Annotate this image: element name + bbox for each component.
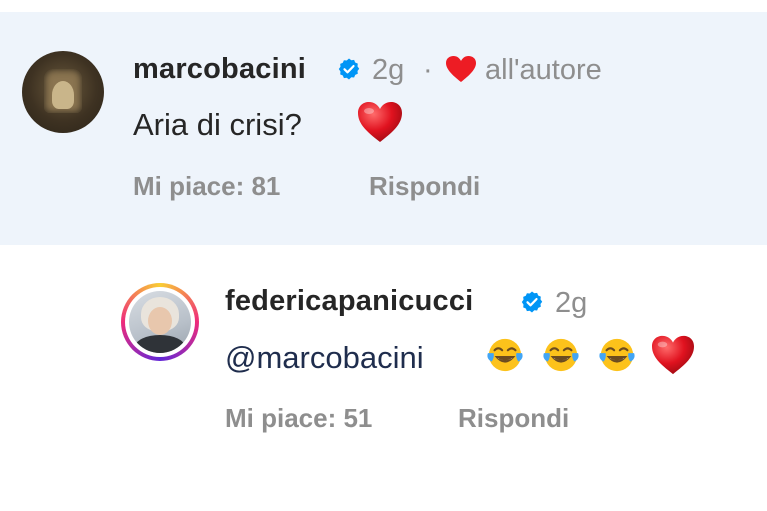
avatar-federicapanicucci[interactable] bbox=[129, 291, 191, 353]
comments-screen: marcobacini 2g · all'autore Aria di cris… bbox=[0, 0, 767, 511]
reply-likes-count[interactable]: Mi piace: 51 bbox=[225, 403, 372, 434]
avatar-image-detail bbox=[135, 335, 185, 353]
reply-mention-link[interactable]: @marcobacini bbox=[225, 340, 424, 376]
top-spacer bbox=[0, 0, 767, 12]
reply-time: 2g bbox=[555, 287, 588, 319]
comment-text: Aria di crisi? bbox=[133, 107, 302, 142]
reply-reply-button[interactable]: Rispondi bbox=[458, 403, 569, 434]
face-with-tears-of-joy-icon bbox=[599, 338, 635, 372]
meta-separator: · bbox=[423, 54, 433, 86]
comment-time: 2g bbox=[372, 54, 405, 86]
avatar-image-detail bbox=[148, 307, 172, 335]
reply-button[interactable]: Rispondi bbox=[369, 171, 480, 202]
likes-count[interactable]: Mi piace: 81 bbox=[133, 171, 280, 202]
face-with-tears-of-joy-icon bbox=[487, 338, 523, 372]
liked-by-author-label: all'autore bbox=[485, 54, 602, 86]
author-liked-heart-icon bbox=[446, 56, 476, 82]
avatar-marcobacini[interactable] bbox=[22, 51, 104, 133]
reply-username[interactable]: federicapanicucci bbox=[225, 285, 473, 318]
red-heart-emoji-icon bbox=[358, 102, 402, 142]
avatar-image-detail bbox=[52, 81, 74, 109]
verified-badge-icon bbox=[338, 58, 360, 80]
verified-badge-icon bbox=[521, 291, 543, 313]
comment-username[interactable]: marcobacini bbox=[133, 53, 306, 86]
face-with-tears-of-joy-icon bbox=[543, 338, 579, 372]
red-heart-emoji-icon bbox=[652, 335, 694, 375]
